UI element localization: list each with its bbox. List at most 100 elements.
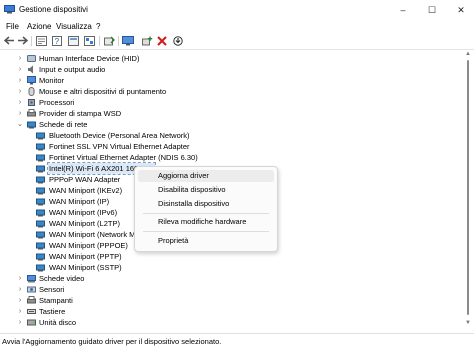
menu-separator bbox=[143, 231, 269, 232]
tree-item-wsd-print[interactable]: › Provider di stampa WSD bbox=[0, 108, 300, 119]
chevron-right-icon[interactable]: › bbox=[16, 53, 24, 64]
network-adapter-icon bbox=[36, 264, 45, 272]
tree-item-label: Stampanti bbox=[39, 296, 73, 305]
menu-help[interactable]: ? bbox=[96, 22, 100, 31]
menu-item-label: Rileva modifiche hardware bbox=[158, 217, 247, 226]
network-adapter-icon bbox=[36, 242, 45, 250]
add-device-icon[interactable] bbox=[141, 35, 153, 46]
monitor-icon[interactable] bbox=[122, 35, 134, 46]
tree-item-processors[interactable]: › Processori bbox=[0, 97, 300, 108]
network-adapter-icon bbox=[36, 231, 45, 239]
tree-item-hid[interactable]: › Human Interface Device (HID) bbox=[0, 53, 300, 64]
tree-item-network-adapter[interactable]: Fortinet Virtual Ethernet Adapter (NDIS … bbox=[36, 152, 236, 163]
tree-item-label: Fortinet Virtual Ethernet Adapter (NDIS … bbox=[49, 153, 198, 162]
scroll-up-icon[interactable]: ▲ bbox=[464, 51, 472, 57]
network-adapter-icon bbox=[36, 187, 45, 195]
tree-item-label: Processori bbox=[39, 98, 75, 107]
network-adapter-icon bbox=[36, 198, 45, 206]
tree-item-audio[interactable]: › Input e output audio bbox=[0, 64, 300, 75]
menu-file[interactable]: File bbox=[6, 22, 19, 31]
tree-item-network-adapter[interactable]: WAN Miniport (PPTP) bbox=[36, 251, 236, 262]
menu-item-uninstall-device[interactable]: Disinstalla dispositivo bbox=[138, 198, 274, 210]
context-menu: Aggiorna driver Disabilita dispositivo D… bbox=[134, 166, 278, 252]
device-manager-view-icon[interactable] bbox=[83, 35, 95, 46]
device-manager-icon bbox=[4, 5, 15, 14]
tree-item-label: PPPoP WAN Adapter bbox=[49, 175, 121, 184]
chevron-right-icon[interactable]: › bbox=[16, 284, 24, 295]
sensor-icon bbox=[27, 286, 36, 293]
menu-item-label: Proprietà bbox=[158, 236, 189, 245]
chevron-right-icon[interactable]: › bbox=[16, 317, 24, 328]
network-adapter-icon bbox=[36, 154, 45, 162]
scrollbar-thumb[interactable] bbox=[467, 60, 469, 315]
tree-item-label: WAN Miniport (SSTP) bbox=[49, 263, 122, 272]
tree-item-label: WAN Miniport (L2TP) bbox=[49, 219, 120, 228]
uninstall-icon[interactable] bbox=[156, 35, 168, 46]
tree-item-label: Provider di stampa WSD bbox=[39, 109, 122, 118]
chevron-right-icon[interactable]: › bbox=[16, 97, 24, 108]
menu-visualizza[interactable]: Visualizza bbox=[56, 22, 92, 31]
audio-icon bbox=[28, 65, 33, 74]
network-adapter-icon bbox=[36, 132, 45, 140]
scan-hardware-icon[interactable] bbox=[172, 35, 184, 46]
maximize-button[interactable]: ☐ bbox=[419, 0, 445, 20]
title-bar: Gestione dispositivi – ☐ ✕ bbox=[0, 0, 474, 20]
tree-item-monitor[interactable]: › Monitor bbox=[0, 75, 300, 86]
tree-item-sensors[interactable]: › Sensori bbox=[0, 284, 300, 295]
menu-item-scan-hardware[interactable]: Rileva modifiche hardware bbox=[138, 216, 274, 228]
minimize-button[interactable]: – bbox=[390, 0, 416, 20]
chevron-right-icon[interactable]: › bbox=[16, 306, 24, 317]
window-title: Gestione dispositivi bbox=[19, 5, 88, 14]
status-bar: Avvia l'Aggiornamento guidato driver per… bbox=[0, 333, 474, 349]
chevron-right-icon[interactable]: › bbox=[16, 108, 24, 119]
tree-item-disk-drives[interactable]: › Unità disco bbox=[0, 317, 300, 328]
tree-item-printers[interactable]: › Stampanti bbox=[0, 295, 300, 306]
hid-icon bbox=[27, 55, 36, 62]
tree-item-label: WAN Miniport (PPTP) bbox=[49, 252, 122, 261]
forward-icon[interactable] bbox=[16, 35, 28, 46]
network-adapter-icon bbox=[36, 165, 45, 173]
menu-item-disable-device[interactable]: Disabilita dispositivo bbox=[138, 184, 274, 196]
vertical-scrollbar[interactable]: ▲ ▼ bbox=[462, 50, 474, 330]
tree-item-display-adapters[interactable]: › Schede video bbox=[0, 273, 300, 284]
properties-icon[interactable] bbox=[35, 35, 47, 46]
tree-item-network-adapter[interactable]: Bluetooth Device (Personal Area Network) bbox=[36, 130, 236, 141]
menu-item-update-driver[interactable]: Aggiorna driver bbox=[138, 170, 274, 182]
chevron-right-icon[interactable]: › bbox=[16, 86, 24, 97]
tree-item-mouse[interactable]: › Mouse e altri dispositivi di puntament… bbox=[0, 86, 300, 97]
chevron-down-icon[interactable]: ⌄ bbox=[16, 119, 24, 130]
toolbar: ? bbox=[0, 33, 474, 50]
tree-item-label: Unità disco bbox=[39, 318, 77, 327]
display-adapter-icon bbox=[27, 275, 36, 283]
chevron-right-icon[interactable]: › bbox=[16, 273, 24, 284]
chevron-right-icon[interactable]: › bbox=[16, 75, 24, 86]
tree-item-label: WAN Miniport (IKEv2) bbox=[49, 186, 123, 195]
network-icon bbox=[27, 121, 36, 129]
chevron-right-icon[interactable]: › bbox=[16, 295, 24, 306]
keyboard-icon bbox=[27, 309, 36, 314]
tree-item-label: WAN Miniport (PPPOE) bbox=[49, 241, 128, 250]
back-icon[interactable] bbox=[3, 35, 15, 46]
show-hidden-icon[interactable] bbox=[67, 35, 79, 46]
menu-item-label: Disabilita dispositivo bbox=[158, 185, 226, 194]
tree-item-label: WAN Miniport (IP) bbox=[49, 197, 110, 206]
menu-azione[interactable]: Azione bbox=[27, 22, 51, 31]
scroll-down-icon[interactable]: ▼ bbox=[464, 320, 472, 326]
printer-icon bbox=[27, 296, 36, 304]
network-adapter-icon bbox=[36, 143, 45, 151]
tree-item-label: Fortinet SSL VPN Virtual Ethernet Adapte… bbox=[49, 142, 190, 151]
update-driver-icon[interactable] bbox=[103, 35, 115, 46]
processor-icon bbox=[28, 99, 35, 106]
tree-item-keyboards[interactable]: › Tastiere bbox=[0, 306, 300, 317]
tree-item-network-adapter[interactable]: WAN Miniport (SSTP) bbox=[36, 262, 236, 273]
close-button[interactable]: ✕ bbox=[448, 0, 474, 20]
network-adapter-icon bbox=[36, 220, 45, 228]
help-icon[interactable]: ? bbox=[51, 35, 63, 46]
tree-item-network-adapters[interactable]: ⌄ Schede di rete bbox=[0, 119, 300, 130]
printer-icon bbox=[27, 109, 36, 117]
tree-item-network-adapter[interactable]: Fortinet SSL VPN Virtual Ethernet Adapte… bbox=[36, 141, 236, 152]
menu-item-properties[interactable]: Proprietà bbox=[138, 235, 274, 247]
tree-item-label: Tastiere bbox=[39, 307, 66, 316]
network-adapter-icon bbox=[36, 209, 45, 217]
chevron-right-icon[interactable]: › bbox=[16, 64, 24, 75]
